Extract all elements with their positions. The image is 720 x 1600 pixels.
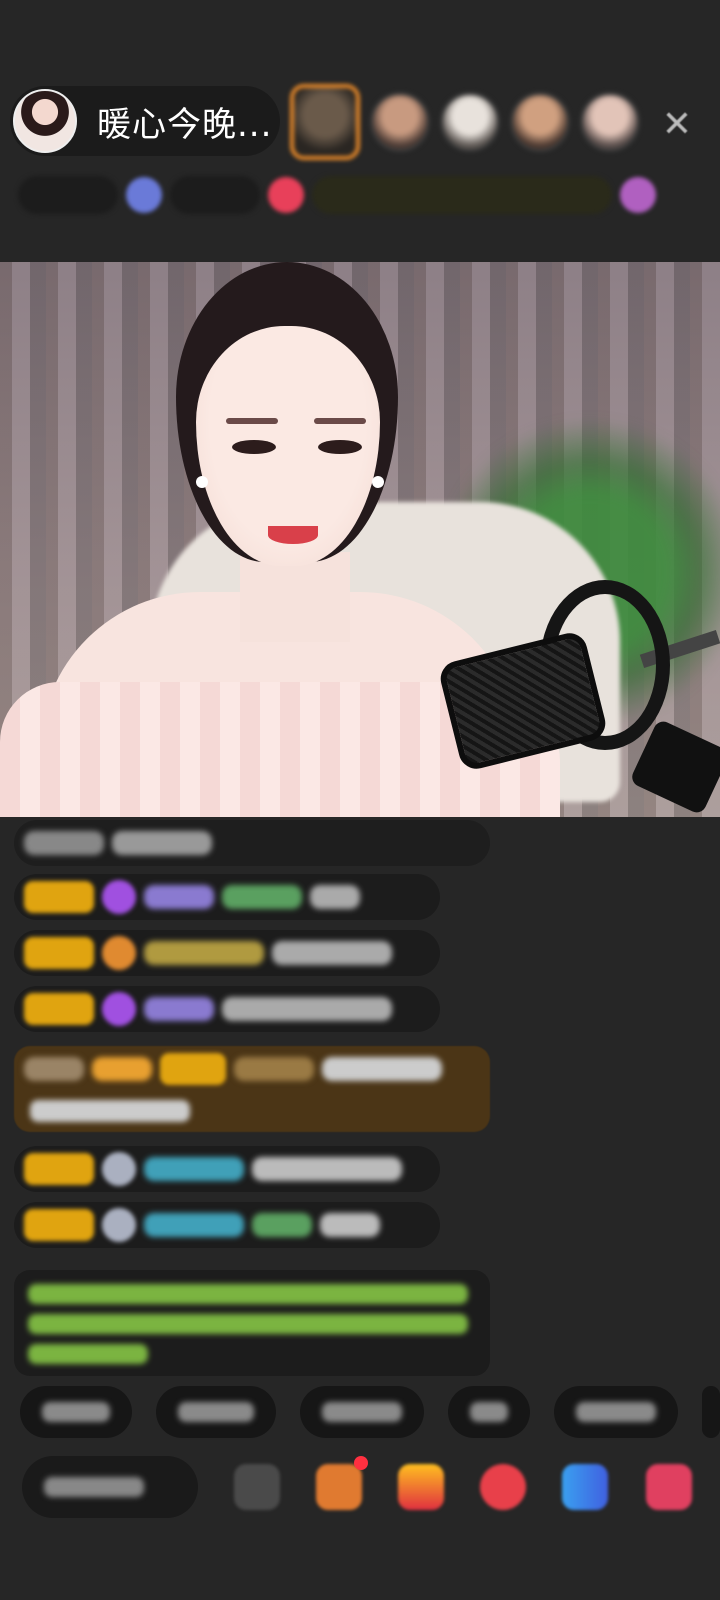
level-badge — [160, 1053, 226, 1085]
close-icon[interactable]: ✕ — [662, 104, 692, 145]
quick-reply-row — [20, 1386, 720, 1438]
level-badge[interactable] — [18, 176, 118, 214]
quick-reply-chip[interactable] — [448, 1386, 530, 1438]
earring — [196, 476, 208, 488]
user-avatar-icon — [102, 1208, 136, 1242]
live-stream-screen: 暖心今晚... ✕ — [0, 0, 720, 1600]
top-viewers-list — [290, 84, 640, 160]
quick-reply-chip[interactable] — [554, 1386, 678, 1438]
system-notice — [14, 1270, 490, 1376]
host-name[interactable]: 暖心今晚... — [97, 97, 272, 146]
viewer-avatar[interactable] — [580, 92, 640, 152]
emoji-icon[interactable] — [234, 1464, 280, 1510]
more-icon[interactable] — [646, 1464, 692, 1510]
quick-reply-chip[interactable] — [156, 1386, 276, 1438]
share-icon[interactable] — [562, 1464, 608, 1510]
gift-notice-content — [14, 1046, 490, 1092]
top-viewer-avatar[interactable] — [290, 84, 360, 160]
viewer-avatar[interactable] — [370, 92, 430, 152]
viewer-avatar[interactable] — [510, 92, 570, 152]
hot-icon[interactable] — [268, 177, 304, 213]
fan-badge-icon[interactable] — [126, 177, 162, 213]
gift-notice-line2 — [30, 1100, 190, 1122]
chat-message[interactable] — [14, 820, 490, 866]
fan-club-chip[interactable] — [170, 176, 260, 214]
streamer-eye — [318, 440, 362, 454]
streamer-eye — [232, 440, 276, 454]
chat-message[interactable] — [14, 1146, 440, 1192]
gift-box-icon[interactable] — [316, 1464, 362, 1510]
ranking-chip[interactable] — [312, 176, 612, 214]
diamond-icon — [102, 992, 136, 1026]
flame-icon — [102, 936, 136, 970]
streamer-brow — [226, 418, 278, 424]
level-badge — [24, 993, 94, 1025]
host-info-pill[interactable]: 暖心今晚... — [10, 86, 280, 156]
chat-message[interactable] — [14, 1202, 440, 1248]
stream-info-row — [18, 174, 698, 216]
user-avatar-icon — [102, 1152, 136, 1186]
chat-message[interactable] — [14, 874, 440, 920]
chat-message[interactable] — [14, 986, 440, 1032]
level-badge — [24, 1209, 94, 1241]
chat-message[interactable] — [14, 930, 440, 976]
streamer-mouth — [268, 526, 318, 544]
comment-input[interactable] — [22, 1456, 198, 1518]
level-badge — [24, 937, 94, 969]
diamond-icon — [102, 880, 136, 914]
gift-preview-icon[interactable] — [620, 177, 656, 213]
streamer-brow — [314, 418, 366, 424]
notification-dot — [354, 1456, 368, 1470]
live-video[interactable] — [0, 262, 720, 817]
quick-reply-chip[interactable] — [300, 1386, 424, 1438]
viewer-avatar[interactable] — [440, 92, 500, 152]
earring — [372, 476, 384, 488]
quick-reply-chip[interactable] — [702, 1386, 720, 1438]
level-badge — [24, 1153, 94, 1185]
bottom-toolbar — [0, 1452, 720, 1522]
quick-reply-chip[interactable] — [20, 1386, 132, 1438]
host-avatar[interactable] — [13, 89, 77, 153]
red-envelope-icon[interactable] — [398, 1464, 444, 1510]
level-badge — [24, 881, 94, 913]
pk-icon[interactable] — [480, 1464, 526, 1510]
